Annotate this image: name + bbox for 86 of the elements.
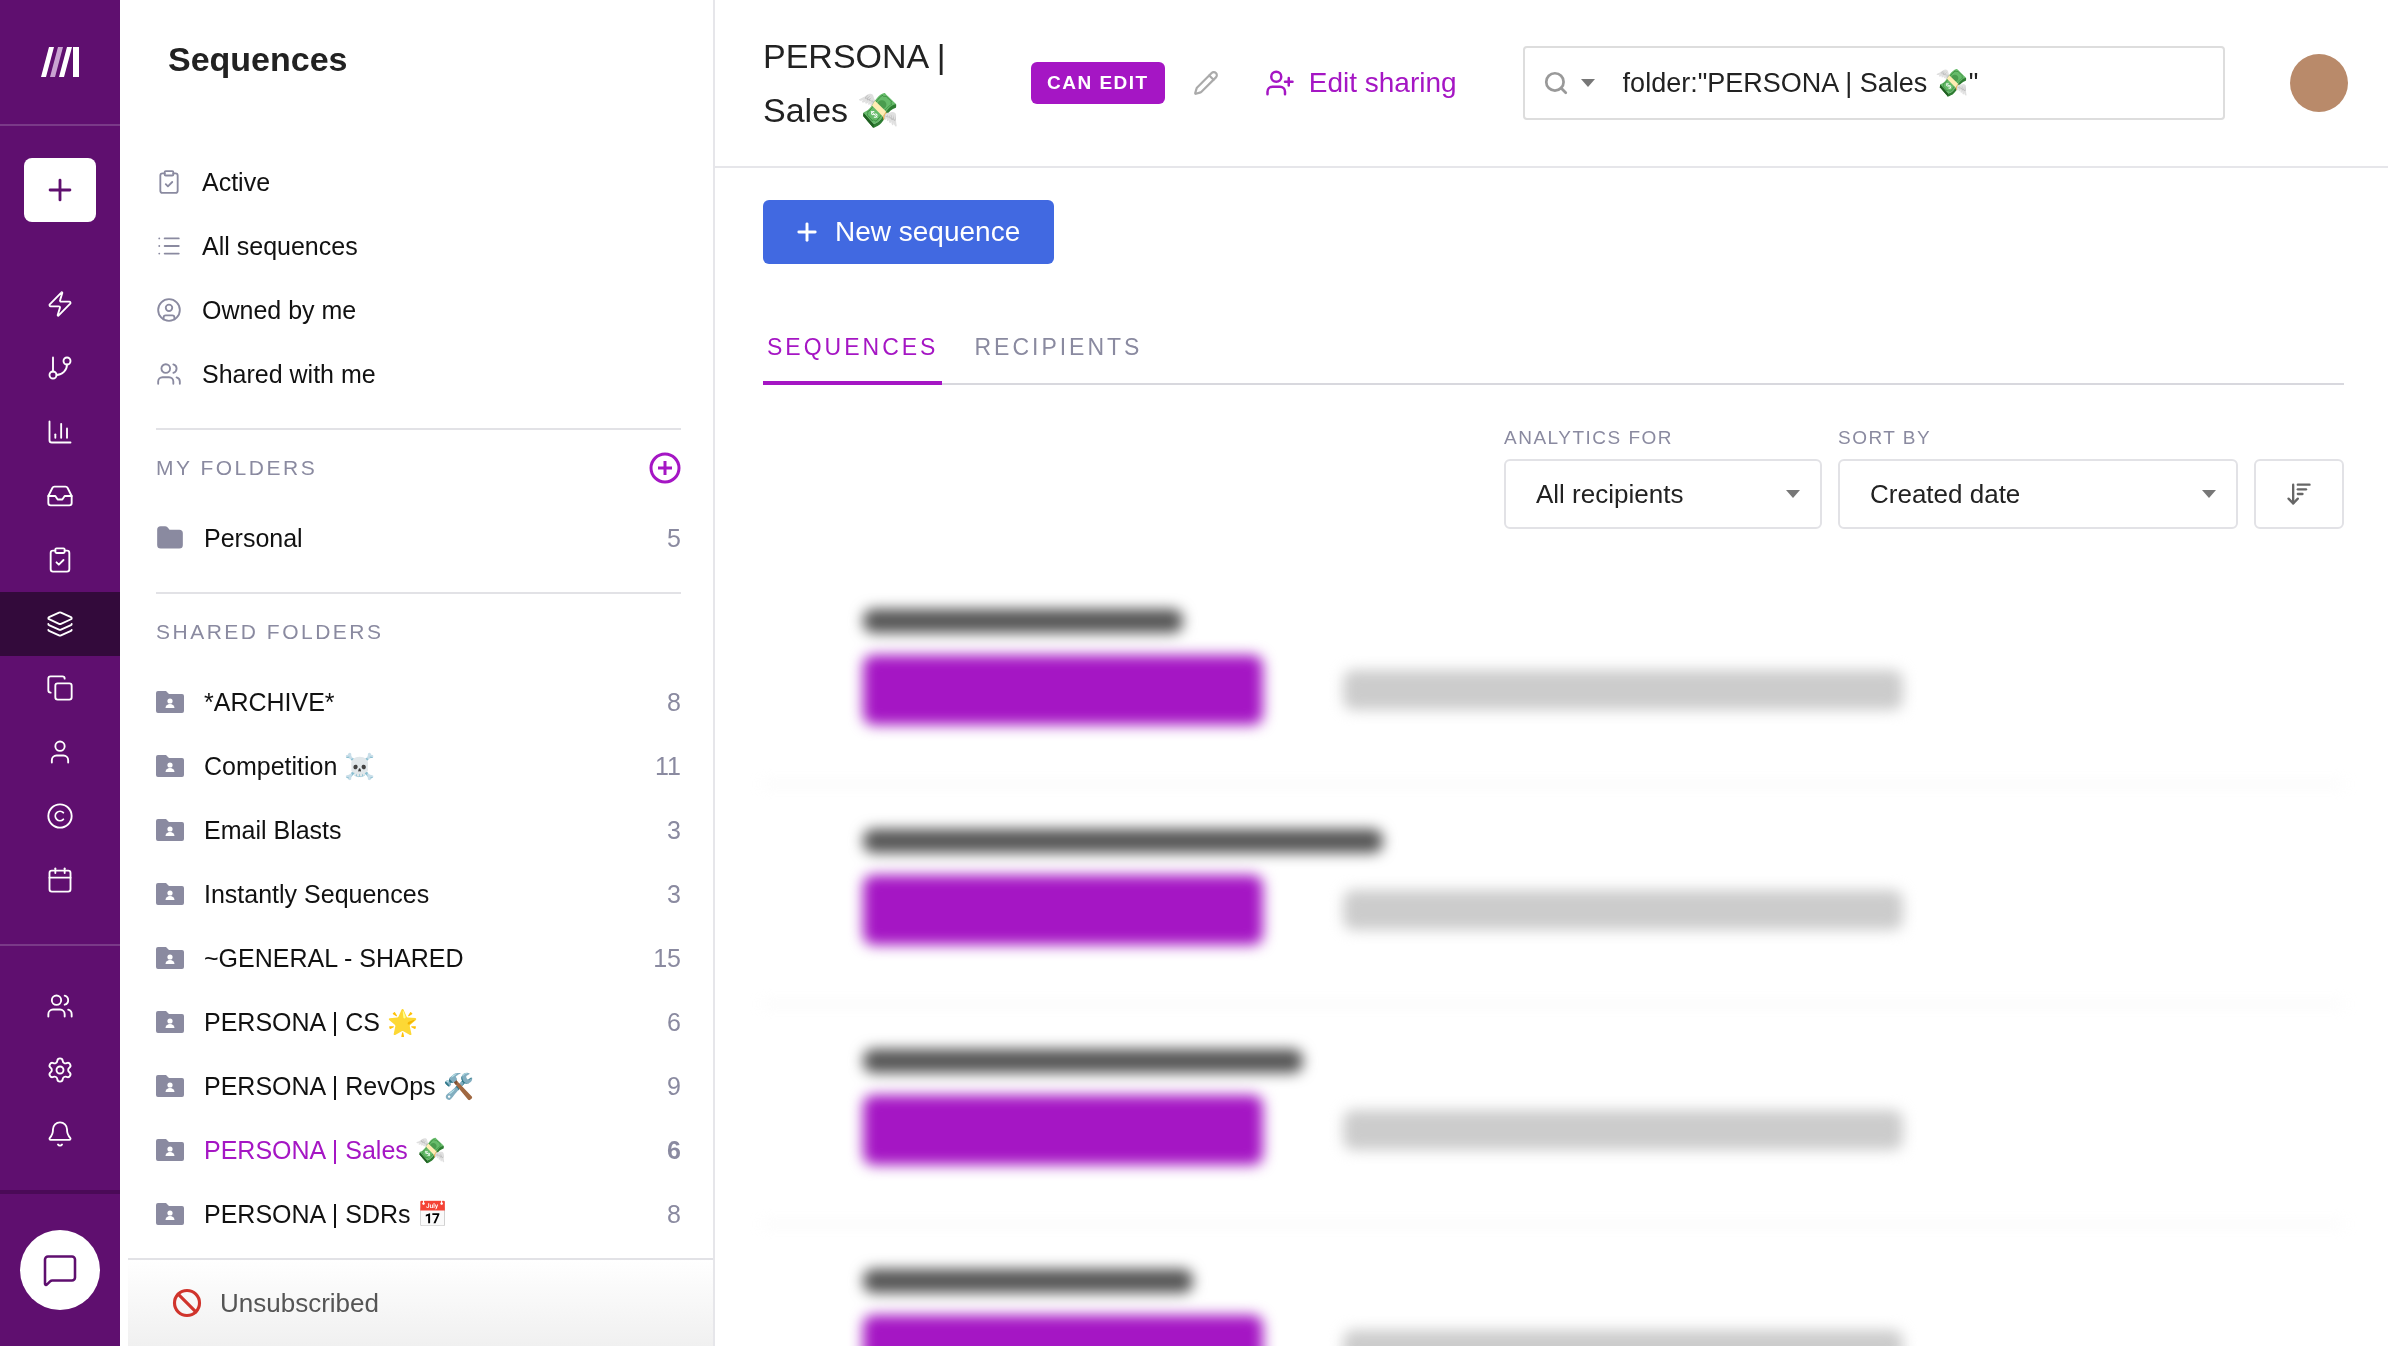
search-input[interactable]: folder:"PERSONA | Sales 💸" (1620, 66, 2205, 100)
folder-item[interactable]: Competition ☠ 11 (152, 734, 681, 798)
create-button[interactable] (24, 158, 96, 222)
shared-folder-icon (156, 819, 184, 841)
user-plus-icon (1264, 68, 1295, 98)
folder-item[interactable]: ~GENERAL - SHARED 15 (152, 926, 681, 990)
folder-count: 3 (667, 815, 681, 845)
bar-chart-icon (46, 418, 74, 446)
add-folder-icon[interactable] (649, 452, 681, 484)
bell-icon (46, 1120, 74, 1148)
folder-count: 6 (667, 1135, 681, 1165)
folder-name: PERSONA | RevOps 🛠 (204, 1071, 474, 1101)
folder-item[interactable]: PERSONA | Sales 💸 6 (152, 1118, 681, 1182)
folder-item[interactable]: *ARCHIVE* 8 (152, 670, 681, 734)
section-heading: MY FOLDERS (156, 456, 318, 480)
logo-icon (41, 47, 79, 77)
folder-name: ~GENERAL - SHARED (204, 943, 464, 973)
folder-name: PERSONA | SDRs 📅 (204, 1199, 449, 1229)
folder-item[interactable]: Personal 5 (152, 506, 681, 570)
sort-direction-button[interactable] (2254, 459, 2344, 529)
folder-name: PERSONA | Sales 💸 (204, 1135, 446, 1165)
shared-folder-icon (156, 755, 184, 777)
search-field[interactable]: folder:"PERSONA | Sales 💸" (1522, 46, 2225, 120)
folder-name: Instantly Sequences (204, 879, 430, 909)
sidebar-item[interactable]: Owned by me (152, 278, 681, 342)
folder-item[interactable]: PERSONA | RevOps 🛠 9 (152, 1054, 681, 1118)
dropdown[interactable]: All recipients (1504, 459, 1822, 529)
edit-sharing-link[interactable]: Edit sharing (1264, 67, 1457, 99)
branch-icon (46, 354, 74, 382)
shared-folder-icon (156, 1011, 184, 1033)
permission-badge: CAN EDIT (1031, 62, 1165, 104)
shared-folder-icon (156, 1203, 184, 1225)
folder-count: 11 (655, 751, 681, 781)
folder-item[interactable]: PERSONA | CS 🌟 6 (152, 990, 681, 1054)
dropdown[interactable]: Created date (1838, 459, 2238, 529)
folder-icon (156, 524, 184, 552)
chat-icon (42, 1252, 78, 1288)
folder-count: 5 (667, 523, 681, 553)
pencil-icon (1192, 70, 1219, 96)
shared-folder-icon (156, 1075, 184, 1097)
folder-count: 8 (667, 1199, 681, 1229)
search-icon (1542, 70, 1569, 96)
sidebar-item[interactable]: Shared with me (152, 342, 681, 406)
folder-name: *ARCHIVE* (204, 687, 335, 717)
folder-name: Competition ☠ (204, 751, 376, 781)
caret-icon (1580, 79, 1595, 87)
folder-count: 8 (667, 687, 681, 717)
folder-count: 3 (667, 879, 681, 909)
filter-label: SORT BY (1838, 427, 1933, 449)
folder-item[interactable]: Instantly Sequences 3 (152, 862, 681, 926)
filter-label: ANALYTICS FOR (1504, 427, 1675, 449)
caret-icon (1786, 490, 1800, 498)
section-heading: SHARED FOLDERS (156, 620, 384, 644)
group-icon (46, 992, 74, 1020)
folder-item[interactable]: Email Blasts 3 (152, 798, 681, 862)
folder-name: Email Blasts (204, 815, 342, 845)
clipboard-check-icon (156, 169, 182, 195)
unsubscribed-link[interactable]: Unsubscribed (220, 1287, 379, 1319)
tab[interactable]: SEQUENCES (763, 320, 943, 385)
avatar[interactable] (2290, 54, 2348, 112)
shared-folder-icon (156, 1139, 184, 1161)
user-circle-icon (156, 297, 182, 323)
lightning-icon (46, 290, 74, 318)
shared-folder-icon (156, 947, 184, 969)
caret-icon (2202, 490, 2216, 498)
new-sequence-button[interactable]: New sequence (763, 200, 1055, 264)
copyright-icon (46, 802, 74, 830)
shared-folder-icon (156, 691, 184, 713)
settings-icon (46, 1056, 74, 1084)
folder-count: 9 (667, 1071, 681, 1101)
folder-count: 15 (653, 943, 681, 973)
prohibited-icon (172, 1288, 202, 1318)
shared-folder-icon (156, 883, 184, 905)
folder-item[interactable]: PERSONA | SDRs 📅 8 (152, 1182, 681, 1246)
layers-icon (46, 610, 74, 638)
page-title: PERSONA | Sales 💸 (763, 36, 947, 131)
folder-name: PERSONA | CS 🌟 (204, 1007, 418, 1037)
sidebar-item[interactable]: Active (152, 150, 681, 214)
folder-count: 6 (667, 1007, 681, 1037)
sidebar-item[interactable]: All sequences (152, 214, 681, 278)
nav-rail-item[interactable] (0, 592, 120, 656)
calendar-icon (46, 866, 74, 894)
folder-name: Personal (204, 523, 303, 553)
copy-icon (46, 674, 74, 702)
group-icon (156, 361, 182, 387)
sidebar-title: Sequences (167, 39, 349, 80)
